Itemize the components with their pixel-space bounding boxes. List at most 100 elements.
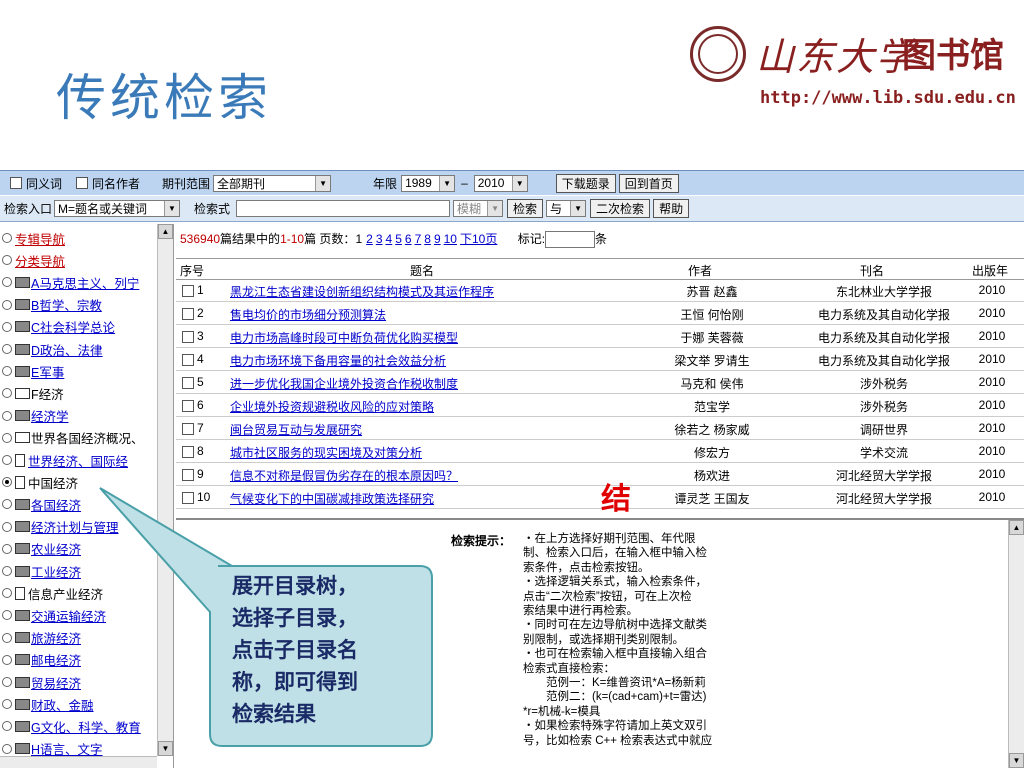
journal-range-select[interactable]: 全部期刊 ▼ [213,174,332,192]
row-title-link[interactable]: 进一步优化我国企业境外投资合作税收制度 [230,375,458,392]
row-title-link[interactable]: 电力市场高峰时段可中断负荷优化购买模型 [230,329,458,346]
row-select[interactable]: 5 [182,375,204,389]
scroll-up-icon[interactable]: ▲ [1009,520,1024,535]
tree-radio[interactable] [2,455,12,465]
page-link[interactable]: 7 [415,232,422,246]
download-records-button[interactable]: 下载题录 [555,173,616,193]
tree-item[interactable]: 经济计划与管理 [2,517,119,537]
next-ten-pages-link[interactable]: 下10页 [460,232,497,246]
tree-item[interactable]: 财政、金融 [2,694,94,714]
synonym-checkbox[interactable] [10,177,22,189]
row-title-link[interactable]: 售电均价的市场细分预测算法 [230,306,386,323]
page-link[interactable]: 6 [405,232,412,246]
tree-radio[interactable] [2,654,12,665]
page-link[interactable]: 5 [395,232,402,246]
page-link[interactable]: 10 [444,232,457,246]
secondary-search-button[interactable]: 二次检索 [590,199,651,218]
tree-item[interactable]: 信息产业经济 [2,583,103,603]
synonym-option[interactable]: 同义词 [10,175,62,192]
row-checkbox[interactable] [182,491,194,504]
tree-item[interactable]: 专辑导航 [2,228,65,248]
tree-item[interactable]: A马克思主义、列宁 [2,272,139,292]
tree-radio[interactable] [2,499,12,510]
tree-radio[interactable] [2,255,12,266]
tree-item[interactable]: G文化、科学、教育 [2,716,141,736]
tree-radio[interactable] [2,299,12,310]
row-title-link[interactable]: 企业境外投资规避税收风险的应对策略 [230,398,434,415]
page-link[interactable]: 3 [376,232,383,246]
logic-select[interactable]: 与 ▼ [546,200,587,217]
entry-select[interactable]: M=题名或关键词 ▼ [54,200,181,217]
row-title-link[interactable]: 气候变化下的中国碳减排政策选择研究 [230,490,434,507]
tree-radio[interactable] [2,677,12,687]
row-title-link[interactable]: 城市社区服务的现实困境及对策分析 [230,444,422,461]
row-select[interactable]: 1 [182,283,204,297]
row-select[interactable]: 4 [182,352,204,366]
help-button[interactable]: 帮助 [653,199,690,218]
tree-radio[interactable] [2,477,12,488]
year-to-select[interactable]: 2010 ▼ [473,174,528,192]
tree-radio[interactable] [2,432,12,443]
row-title-link[interactable]: 电力市场环境下备用容量的社会效益分析 [230,352,446,369]
row-checkbox[interactable] [182,468,194,481]
tree-radio[interactable] [2,521,12,532]
page-link[interactable]: 4 [386,232,393,246]
row-checkbox[interactable] [182,376,194,389]
row-select[interactable]: 2 [182,306,204,320]
tree-item[interactable]: 世界各国经济概况、 [2,428,144,448]
row-select[interactable]: 9 [182,467,204,481]
tree-item[interactable]: 邮电经济 [2,650,81,670]
tree-radio[interactable] [2,632,12,643]
row-select[interactable]: 3 [182,329,204,343]
row-checkbox[interactable] [182,445,194,458]
tree-radio[interactable] [2,721,12,732]
tree-item[interactable]: 经济学 [2,406,69,426]
tree-radio[interactable] [2,277,12,288]
row-title-link[interactable]: 闽台贸易互动与发展研究 [230,421,362,438]
tree-radio[interactable] [2,543,12,554]
tree-radio[interactable] [2,233,12,243]
scroll-down-icon[interactable]: ▼ [158,741,173,756]
tree-item[interactable]: C社会科学总论 [2,317,115,337]
row-select[interactable]: 8 [182,444,204,458]
tree-radio[interactable] [2,610,12,621]
year-from-select[interactable]: 1989 ▼ [401,174,456,192]
search-button[interactable]: 检索 [507,199,544,218]
tree-hscrollbar[interactable] [0,756,157,768]
row-checkbox[interactable] [182,422,194,435]
tree-item[interactable]: 农业经济 [2,539,81,559]
tree-radio[interactable] [2,699,12,710]
tree-radio[interactable] [2,388,12,399]
tree-radio[interactable] [2,321,12,332]
tree-item[interactable]: 各国经济 [2,494,81,514]
row-select[interactable]: 10 [182,490,210,504]
row-checkbox[interactable] [182,307,194,320]
scroll-down-icon[interactable]: ▼ [1009,753,1024,768]
page-link[interactable]: 8 [424,232,431,246]
row-title-link[interactable]: 黑龙江生态省建设创新组织结构模式及其运作程序 [230,283,494,300]
tree-radio[interactable] [2,588,12,599]
same-author-option[interactable]: 同名作者 [76,175,140,192]
tree-item[interactable]: 交通运输经济 [2,605,106,625]
hint-scrollbar[interactable]: ▲ ▼ [1008,520,1024,768]
row-select[interactable]: 6 [182,398,204,412]
tree-radio[interactable] [2,743,12,754]
tree-item[interactable]: 工业经济 [2,561,81,581]
page-link[interactable]: 9 [434,232,441,246]
tree-item[interactable]: E军事 [2,361,64,381]
mark-count-input[interactable] [545,231,596,249]
tree-item[interactable]: D政治、法律 [2,339,103,359]
tree-item[interactable]: B哲学、宗教 [2,295,102,315]
row-checkbox[interactable] [182,353,194,366]
tree-item[interactable]: 贸易经济 [2,672,81,692]
page-link[interactable]: 2 [366,232,373,246]
search-input[interactable] [236,200,451,217]
tree-radio[interactable] [2,566,12,576]
same-author-checkbox[interactable] [76,177,89,189]
tree-item[interactable]: 世界经济、国际经 [2,450,128,470]
tree-item[interactable]: 中国经济 [2,472,78,492]
row-select[interactable]: 7 [182,421,204,435]
tree-radio[interactable] [2,366,12,377]
row-checkbox[interactable] [182,284,194,297]
tree-item[interactable]: F经济 [2,383,64,403]
